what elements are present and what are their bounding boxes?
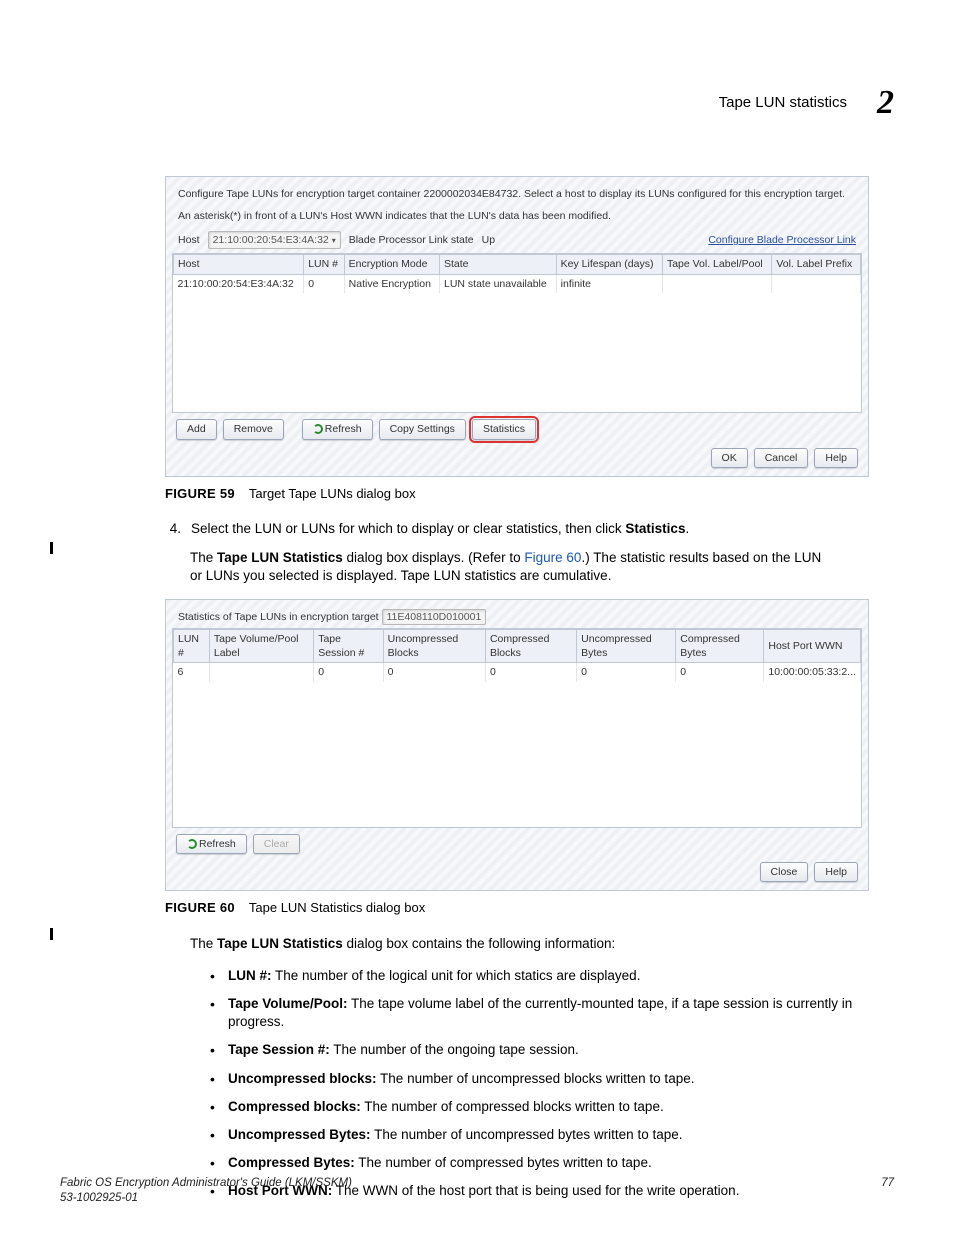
col-host-wwn[interactable]: Host Port WWN [764,630,861,663]
list-item: Tape Volume/Pool: The tape volume label … [210,995,894,1031]
close-button[interactable]: Close [760,862,809,882]
refresh-icon [313,424,323,434]
figure-60-dialog: Statistics of Tape LUNs in encryption ta… [165,599,869,892]
col-pool[interactable]: Tape Vol. Label/Pool [662,255,771,274]
table-row[interactable]: 21:10:00:20:54:E3:4A:32 0 Native Encrypt… [174,274,861,293]
col-mode[interactable]: Encryption Mode [344,255,439,274]
target-luns-table: Host LUN # Encryption Mode State Key Lif… [173,254,861,292]
figure-60-link[interactable]: Figure 60 [524,550,581,565]
refresh-button[interactable]: Refresh [176,834,247,854]
cancel-button[interactable]: Cancel [754,448,809,468]
add-button[interactable]: Add [176,419,217,439]
table-row[interactable]: 6 0 0 0 0 0 10:00:00:05:33:2... [174,663,861,682]
figure-59-caption: FIGURE 59Target Tape LUNs dialog box [165,485,894,503]
list-item: Compressed Bytes: The number of compress… [210,1154,894,1172]
col-ubytes[interactable]: Uncompressed Bytes [577,630,676,663]
running-head: Tape LUN statistics [719,93,847,113]
dialog-description-1: Configure Tape LUNs for encryption targe… [172,183,862,205]
list-item: Uncompressed blocks: The number of uncom… [210,1070,894,1088]
host-label: Host [178,233,200,247]
col-lifespan[interactable]: Key Lifespan (days) [556,255,662,274]
col-lun[interactable]: LUN # [304,255,344,274]
refresh-button[interactable]: Refresh [302,419,373,439]
help-button[interactable]: Help [814,448,858,468]
description-list: LUN #: The number of the logical unit fo… [210,967,894,1201]
col-session[interactable]: Tape Session # [314,630,383,663]
target-id-field: 11E408110D010001 [382,609,487,625]
page-number: 77 [881,1176,894,1207]
dialog-description-2: An asterisk(*) in front of a LUN's Host … [172,205,862,227]
post-step-paragraph: The Tape LUN Statistics dialog box displ… [190,549,834,585]
page-footer: Fabric OS Encryption Administrator's Gui… [60,1176,894,1207]
configure-link[interactable]: Configure Blade Processor Link [708,233,856,247]
list-item: LUN #: The number of the logical unit fo… [210,967,894,985]
col-ublocks[interactable]: Uncompressed Blocks [383,630,485,663]
copy-settings-button[interactable]: Copy Settings [379,419,466,439]
col-vol-label[interactable]: Tape Volume/Pool Label [209,630,313,663]
col-cblocks[interactable]: Compressed Blocks [485,630,576,663]
col-prefix[interactable]: Vol. Label Prefix [772,255,861,274]
refresh-icon [187,839,197,849]
statistics-button[interactable]: Statistics [472,419,536,439]
ok-button[interactable]: OK [711,448,748,468]
col-cbytes[interactable]: Compressed Bytes [676,630,764,663]
clear-button[interactable]: Clear [253,834,300,854]
col-host[interactable]: Host [174,255,304,274]
stats-table: LUN # Tape Volume/Pool Label Tape Sessio… [173,629,861,682]
help-button[interactable]: Help [814,862,858,882]
figure-60-caption: FIGURE 60Tape LUN Statistics dialog box [165,899,894,917]
step-4: 4. Select the LUN or LUNs for which to d… [165,520,894,538]
figure-59-dialog: Configure Tape LUNs for encryption targe… [165,176,869,477]
stats-title: Statistics of Tape LUNs in encryption ta… [178,611,379,623]
host-value-field[interactable]: 21:10:00:20:54:E3:4A:32 ▾ [208,231,341,249]
link-state-label: Blade Processor Link state [349,233,474,247]
description-intro: The Tape LUN Statistics dialog box conta… [190,935,834,953]
list-item: Uncompressed Bytes: The number of uncomp… [210,1126,894,1144]
remove-button[interactable]: Remove [223,419,284,439]
col-lun[interactable]: LUN # [174,630,210,663]
list-item: Compressed blocks: The number of compres… [210,1098,894,1116]
list-item: Tape Session #: The number of the ongoin… [210,1041,894,1059]
link-state-value: Up [482,233,495,247]
chapter-number: 2 [877,80,894,126]
col-state[interactable]: State [439,255,556,274]
